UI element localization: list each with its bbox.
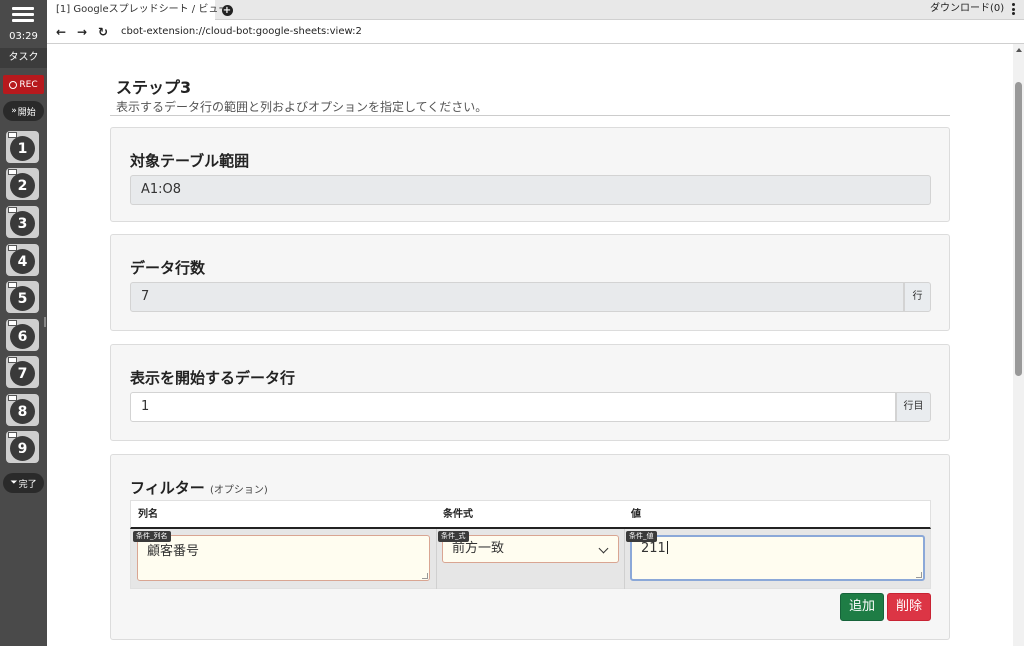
filter-row: 顧客番号 条件_列名 前方一致 条件_式 211 条件_値 bbox=[130, 529, 931, 589]
step-number: 9 bbox=[10, 436, 35, 461]
step-6-button[interactable]: 6 bbox=[6, 319, 39, 351]
step-5-button[interactable]: 5 bbox=[6, 281, 39, 313]
hamburger-menu-icon[interactable] bbox=[12, 4, 34, 24]
value-textarea[interactable]: 211 bbox=[630, 535, 925, 581]
step-8-button[interactable]: 8 bbox=[6, 394, 39, 426]
downloads-button[interactable]: ダウンロード(0) bbox=[930, 0, 1004, 20]
filter-table-header: 列名 条件式 値 bbox=[130, 500, 931, 529]
start-row-card: 表示を開始するデータ行 1 行目 bbox=[110, 344, 950, 441]
plus-icon: + bbox=[221, 4, 233, 16]
step-9-button[interactable]: 9 bbox=[6, 431, 39, 463]
step-number: 5 bbox=[10, 286, 35, 311]
sidebar: 03:29 タスク REC » 開始 1 2 3 4 5 6 7 8 9 ⏷ 完… bbox=[0, 0, 47, 646]
cell-divider bbox=[624, 529, 625, 589]
range-field: A1:O8 bbox=[130, 175, 931, 205]
filter-card: フィルター (オプション) 列名 条件式 値 顧客番号 条件_列名 前方一致 条… bbox=[110, 454, 950, 640]
condition-value: 前方一致 bbox=[452, 541, 505, 556]
condition-chip: 条件_式 bbox=[438, 531, 469, 542]
step-number: 1 bbox=[10, 136, 35, 161]
step-number: 3 bbox=[10, 211, 35, 236]
delete-button[interactable]: 削除 bbox=[887, 593, 931, 621]
step-4-button[interactable]: 4 bbox=[6, 244, 39, 276]
step-number: 6 bbox=[10, 324, 35, 349]
step-number: 8 bbox=[10, 399, 35, 424]
start-row-input[interactable]: 1 bbox=[130, 392, 896, 422]
column-name-chip: 条件_列名 bbox=[133, 531, 171, 542]
new-tab-button[interactable]: + bbox=[218, 2, 236, 18]
resize-grip-icon[interactable] bbox=[916, 572, 922, 578]
filter-optional-label: (オプション) bbox=[209, 485, 268, 496]
finish-label: 完了 bbox=[18, 479, 37, 490]
rec-label: REC bbox=[19, 79, 38, 90]
finish-icon: ⏷ bbox=[10, 478, 18, 488]
cell-divider bbox=[436, 529, 437, 589]
elapsed-time: 03:29 bbox=[9, 31, 38, 42]
rows-field: 7 bbox=[130, 282, 904, 312]
double-chevron-down-icon: » bbox=[11, 106, 17, 116]
rows-card: データ行数 7 行 bbox=[110, 234, 950, 331]
value-chip: 条件_値 bbox=[626, 531, 657, 542]
back-arrow-icon[interactable]: ← bbox=[53, 24, 69, 40]
rows-unit: 行 bbox=[904, 282, 931, 312]
column-header-column: 列名 bbox=[138, 509, 158, 520]
condition-select[interactable]: 前方一致 bbox=[442, 535, 619, 563]
task-label[interactable]: タスク bbox=[0, 48, 47, 68]
step-2-button[interactable]: 2 bbox=[6, 168, 39, 200]
value-text: 211 bbox=[641, 541, 666, 556]
column-name-value: 顧客番号 bbox=[147, 544, 200, 559]
text-cursor bbox=[666, 541, 668, 554]
page-description: 表示するデータ行の範囲と列およびオプションを指定してください。 bbox=[116, 100, 488, 114]
record-icon bbox=[9, 80, 18, 89]
step-number: 7 bbox=[10, 361, 35, 386]
range-card: 対象テーブル範囲 A1:O8 bbox=[110, 127, 950, 222]
rec-button[interactable]: REC bbox=[3, 75, 44, 94]
filter-label: フィルター (オプション) bbox=[130, 477, 268, 498]
reload-icon[interactable]: ↻ bbox=[95, 24, 111, 40]
column-header-value: 値 bbox=[631, 509, 641, 520]
scroll-up-icon[interactable] bbox=[1016, 48, 1022, 52]
resize-grip-icon[interactable] bbox=[422, 573, 428, 579]
forward-arrow-icon[interactable]: → bbox=[74, 24, 90, 40]
step-1-button[interactable]: 1 bbox=[6, 131, 39, 163]
step-3-button[interactable]: 3 bbox=[6, 206, 39, 238]
title-divider bbox=[110, 115, 950, 116]
page-title: ステップ3 bbox=[116, 78, 192, 97]
more-menu-icon[interactable] bbox=[1012, 3, 1016, 17]
step-7-button[interactable]: 7 bbox=[6, 356, 39, 388]
step-number: 4 bbox=[10, 249, 35, 274]
scrollbar-thumb[interactable] bbox=[1015, 82, 1022, 376]
add-button[interactable]: 追加 bbox=[840, 593, 884, 621]
start-button[interactable]: » 開始 bbox=[3, 101, 44, 121]
page-content: ステップ3 表示するデータ行の範囲と列およびオプションを指定してください。 対象… bbox=[47, 44, 1013, 646]
address-bar: ← → ↻ cbot-extension://cloud-bot:google-… bbox=[47, 20, 1024, 44]
column-header-condition: 条件式 bbox=[443, 509, 473, 520]
finish-button[interactable]: ⏷ 完了 bbox=[3, 473, 44, 493]
rows-label: データ行数 bbox=[130, 259, 206, 277]
filter-title: フィルター bbox=[130, 479, 205, 497]
range-label: 対象テーブル範囲 bbox=[130, 152, 250, 170]
start-label: 開始 bbox=[17, 107, 36, 118]
start-row-unit: 行目 bbox=[896, 392, 931, 422]
active-tab[interactable]: [1] Googleスプレッドシート / ビュー bbox=[47, 0, 228, 20]
url-field[interactable]: cbot-extension://cloud-bot:google-sheets… bbox=[121, 20, 362, 44]
start-row-label: 表示を開始するデータ行 bbox=[130, 369, 296, 387]
resize-handle[interactable] bbox=[44, 317, 46, 327]
tab-bar: [1] Googleスプレッドシート / ビュー + ダウンロード(0) bbox=[47, 0, 1024, 20]
chevron-down-icon bbox=[598, 543, 609, 554]
vertical-scrollbar[interactable] bbox=[1013, 44, 1024, 646]
column-name-textarea[interactable]: 顧客番号 bbox=[137, 535, 430, 581]
step-number: 2 bbox=[10, 173, 35, 198]
